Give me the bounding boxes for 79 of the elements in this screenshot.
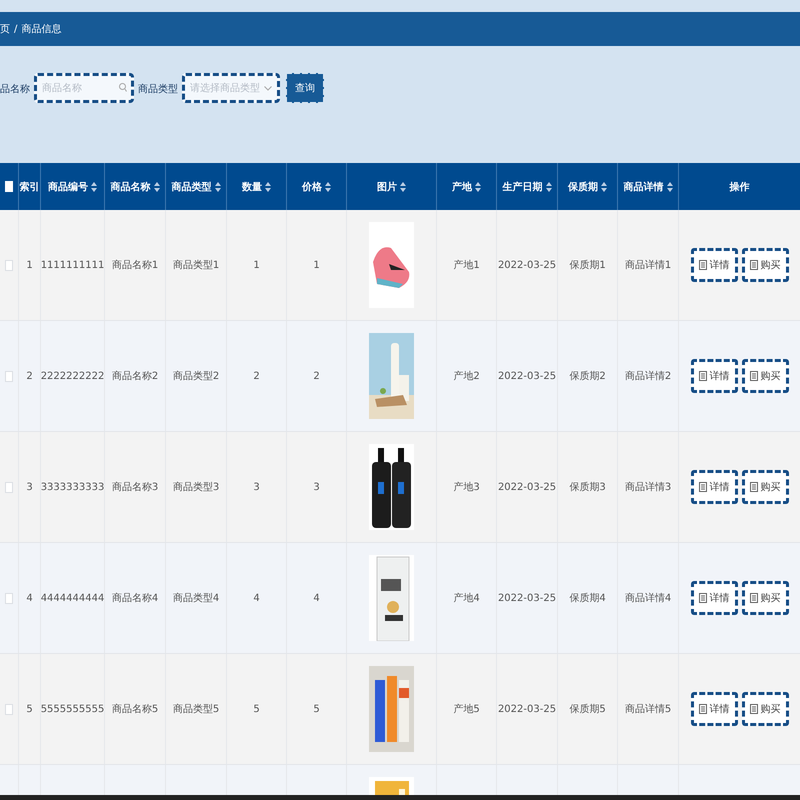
column-header[interactable]: 商品名称 — [110, 180, 150, 194]
table-cell-text: 保质期5 — [569, 702, 606, 716]
detail-button[interactable]: 详情 — [690, 692, 738, 726]
table-cell: 2022-03-25 — [498, 260, 556, 270]
table-cell: 2 — [26, 370, 33, 382]
table-cell: 5555555555 — [40, 704, 104, 714]
table-cell-text: 商品类型1 — [172, 258, 220, 272]
detail-button[interactable]: 详情 — [690, 581, 738, 615]
breadcrumb-separator: / — [14, 24, 18, 34]
table-cell-text: 商品类型4 — [172, 592, 220, 605]
table-cell: 1 — [26, 260, 33, 270]
table-cell-text: 商品详情3 — [624, 480, 672, 494]
table-cell-text: 商品详情1 — [624, 258, 672, 272]
column-header[interactable]: 图片 — [377, 180, 397, 194]
table-cell-text: 商品类型2 — [172, 370, 220, 383]
buy-button[interactable]: 购买 — [742, 470, 788, 504]
field-label: 商品类型 — [138, 82, 178, 96]
detail-button[interactable]: 详情 — [690, 248, 738, 282]
buy-button[interactable]: 购买 — [742, 581, 788, 615]
table-cell: 3 — [253, 482, 260, 492]
column-header[interactable]: 商品详情 — [624, 180, 664, 194]
query-button[interactable]: 查询 — [286, 73, 324, 103]
table-cell-text: 商品名称2 — [112, 370, 158, 383]
table-cell-text: 商品名称5 — [112, 702, 158, 716]
table-cell: 4 — [253, 592, 260, 604]
table-cell-text: 保质期1 — [569, 258, 606, 272]
table-cell: 4444444444 — [40, 592, 104, 604]
table-cell: 3 — [313, 482, 320, 492]
table-cell: 5 — [26, 704, 33, 714]
buy-button[interactable]: 购买 — [742, 692, 788, 726]
table-cell: 2022-03-25 — [498, 592, 556, 604]
table-cell-text: 商品详情4 — [624, 592, 672, 605]
table-cell-text: 商品类型3 — [172, 480, 220, 494]
column-header: 索引 — [20, 180, 40, 194]
detail-button[interactable]: 详情 — [690, 359, 738, 393]
table-cell: 2022-03-25 — [498, 704, 556, 714]
table-cell: 4 — [26, 592, 33, 604]
column-header[interactable]: 商品类型 — [172, 180, 212, 194]
table-cell: 3 — [26, 482, 33, 492]
table-cell: 3333333333 — [40, 482, 104, 492]
column-header[interactable]: 保质期 — [568, 180, 598, 194]
breadcrumb-link[interactable]: 页 — [0, 22, 10, 36]
column-header: 操作 — [730, 180, 750, 194]
table-cell: 1 — [253, 260, 260, 270]
column-header[interactable]: 生产日期 — [502, 180, 542, 194]
table-cell-text: 商品类型5 — [172, 702, 220, 716]
table-cell: 1 — [313, 260, 320, 270]
table-cell: 2222222222 — [40, 370, 104, 382]
table-cell-text: 保质期3 — [569, 480, 606, 494]
buy-button[interactable]: 购买 — [742, 248, 788, 282]
table-cell: 5 — [253, 704, 260, 714]
table-cell-text: 产地4 — [453, 592, 480, 605]
table-cell-text: 商品名称4 — [112, 592, 158, 605]
column-header[interactable]: 价格 — [302, 180, 322, 194]
field-label: 品名称 — [0, 83, 30, 96]
table-cell-text: 产地3 — [453, 480, 480, 494]
table-cell-text: 商品名称1 — [112, 258, 158, 272]
table-cell-text: 保质期4 — [569, 592, 606, 605]
table-cell-text: 保质期2 — [569, 370, 606, 383]
buy-button[interactable]: 购买 — [742, 359, 788, 393]
table-cell-text: 商品名称3 — [112, 480, 158, 494]
table-cell: 5 — [313, 704, 320, 714]
search-field[interactable]: 商品名称 — [34, 73, 134, 103]
column-header[interactable]: 数量 — [242, 180, 262, 194]
table-cell: 4 — [313, 592, 320, 604]
table-cell-text: 产地5 — [453, 702, 480, 716]
table-cell: 2022-03-25 — [498, 370, 556, 382]
breadcrumb-link[interactable]: 商品信息 — [21, 22, 62, 36]
column-header[interactable]: 商品编号 — [48, 180, 88, 194]
table-cell: 2 — [253, 370, 260, 382]
table-cell-text: 产地2 — [453, 370, 480, 383]
table-cell: 2 — [313, 370, 320, 382]
table-cell-text: 商品详情2 — [624, 370, 672, 383]
table-cell: 2022-03-25 — [498, 482, 556, 492]
column-header[interactable]: 产地 — [452, 180, 472, 194]
table-cell-text: 商品详情5 — [624, 702, 672, 716]
table-cell: 1111111111 — [40, 260, 104, 270]
table-cell-text: 产地1 — [453, 258, 480, 272]
detail-button[interactable]: 详情 — [690, 470, 738, 504]
